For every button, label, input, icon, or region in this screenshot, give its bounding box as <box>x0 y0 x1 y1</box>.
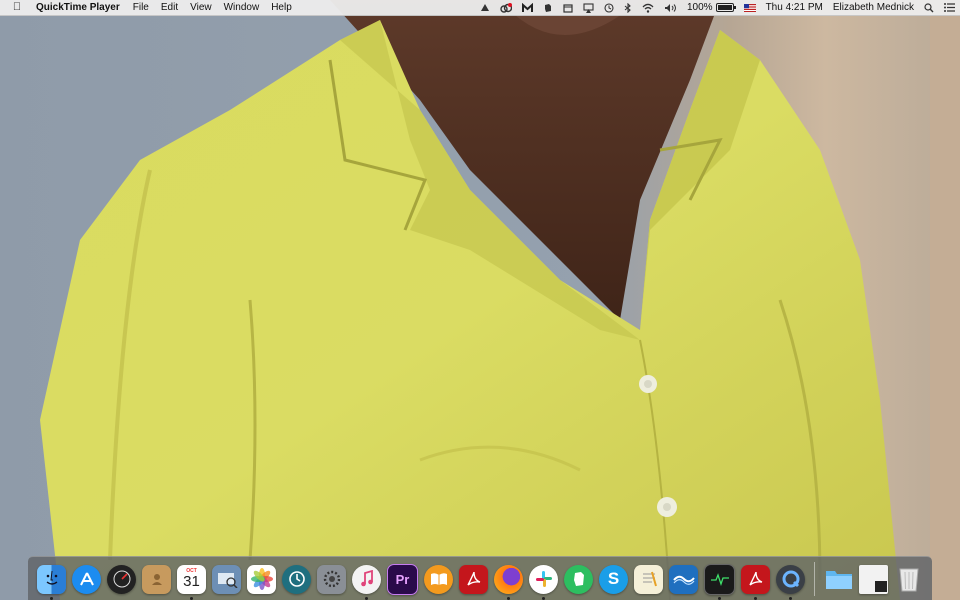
quicktime-icon[interactable] <box>776 564 805 600</box>
time-machine-status-icon[interactable] <box>599 2 619 13</box>
battery-percent: 100% <box>687 2 713 13</box>
time-machine-icon[interactable] <box>282 564 311 594</box>
battery-status[interactable]: 100% <box>682 0 739 15</box>
spotlight-icon[interactable] <box>919 2 939 13</box>
evernote-status-icon[interactable] <box>538 3 558 13</box>
dashboard-icon[interactable] <box>107 564 136 594</box>
menu-help[interactable]: Help <box>265 0 298 15</box>
menu-bar:  QuickTime Player File Edit View Window… <box>0 0 960 16</box>
malwarebytes-icon[interactable] <box>517 2 538 13</box>
firefox-icon[interactable] <box>494 564 523 600</box>
photos-icon[interactable] <box>247 564 276 594</box>
box-icon[interactable] <box>558 3 578 13</box>
preview-icon[interactable] <box>212 564 241 594</box>
mail-icon[interactable] <box>669 564 698 594</box>
gear-icon[interactable] <box>317 564 346 594</box>
contacts-icon[interactable] <box>142 564 171 594</box>
upload-icon[interactable] <box>475 3 495 13</box>
stack-icon[interactable] <box>859 564 888 594</box>
battery-icon <box>715 3 736 12</box>
slack-icon[interactable] <box>529 564 558 600</box>
calendar-icon[interactable]: OCT 31 <box>177 564 206 600</box>
menu-view[interactable]: View <box>184 0 218 15</box>
music-icon[interactable] <box>352 564 381 600</box>
calendar-day: 31 <box>183 573 200 590</box>
desktop <box>0 0 960 600</box>
trash-icon[interactable] <box>894 565 923 594</box>
premiere-icon[interactable]: Pr <box>387 563 418 595</box>
us-flag-icon[interactable] <box>739 3 761 12</box>
volume-icon[interactable] <box>659 3 682 13</box>
skype-glyph: S <box>607 569 620 588</box>
user-name[interactable]: Elizabeth Mednick <box>828 0 919 15</box>
menu-app-name[interactable]: QuickTime Player <box>34 0 127 15</box>
skype-icon[interactable]: S <box>599 564 628 594</box>
video-frame <box>0 0 960 600</box>
apple-icon[interactable]:  <box>0 0 34 15</box>
books-icon[interactable] <box>424 564 453 594</box>
menu-edit[interactable]: Edit <box>155 0 184 15</box>
app-store-icon[interactable] <box>72 564 101 594</box>
premiere-label: Pr <box>395 571 410 587</box>
acrobat-icon[interactable] <box>459 564 488 594</box>
wifi-icon[interactable] <box>637 3 659 13</box>
finder-icon[interactable] <box>37 564 66 600</box>
notification-center-icon[interactable] <box>939 3 960 12</box>
bluetooth-icon[interactable] <box>619 2 637 13</box>
acrobat-reader-icon[interactable] <box>741 564 770 600</box>
textedit-icon[interactable] <box>634 564 663 594</box>
activity-monitor-icon[interactable] <box>704 563 735 600</box>
dock: OCT 31 Pr S <box>28 556 932 600</box>
airplay-icon[interactable] <box>578 2 599 13</box>
clock[interactable]: Thu 4:21 PM <box>761 0 828 15</box>
creative-cloud-icon[interactable] <box>495 2 517 13</box>
menu-window[interactable]: Window <box>218 0 266 15</box>
dock-separator <box>814 562 815 596</box>
evernote-icon[interactable] <box>564 564 593 594</box>
menu-file[interactable]: File <box>127 0 155 15</box>
folder-icon[interactable] <box>824 565 853 594</box>
